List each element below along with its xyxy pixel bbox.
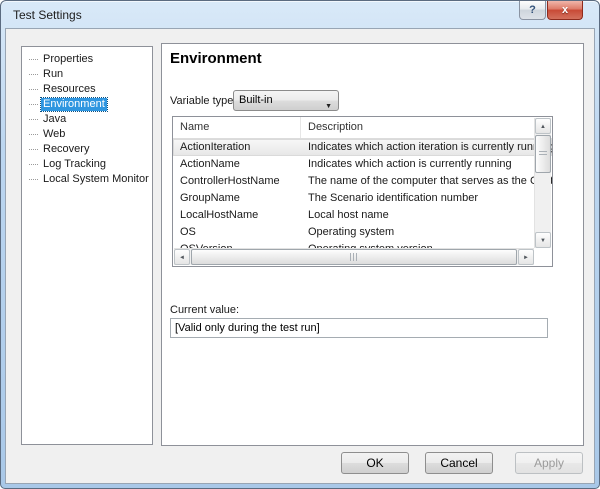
cell-description: Indicates which action is currently runn… xyxy=(301,156,552,173)
table-row[interactable]: LocalHostName Local host name xyxy=(173,207,552,224)
test-settings-dialog: Test Settings ? x Properties Run Resourc… xyxy=(0,0,600,489)
variable-type-value: Built-in xyxy=(239,94,273,106)
current-value-label: Current value: xyxy=(170,304,239,316)
help-icon[interactable]: ? xyxy=(519,1,546,20)
cell-name: ActionName xyxy=(173,156,301,173)
close-icon[interactable]: x xyxy=(547,1,583,20)
window-title: Test Settings xyxy=(13,8,82,22)
scroll-left-icon[interactable]: ◄ xyxy=(174,249,190,265)
tree-item-label[interactable]: Run xyxy=(41,68,65,81)
table-header: Name Description xyxy=(173,117,552,139)
scroll-thumb-grip xyxy=(539,151,547,157)
tree-connector xyxy=(29,119,38,120)
tree-item[interactable]: Environment xyxy=(22,97,152,112)
horizontal-scroll-thumb[interactable] xyxy=(191,249,517,265)
environment-panel: Environment Variable type: Built-in ▼ Na… xyxy=(161,43,584,446)
tree-connector xyxy=(29,149,38,150)
scroll-up-icon[interactable]: ▲ xyxy=(535,118,551,134)
tree-connector xyxy=(29,164,38,165)
cell-name: ActionIteration xyxy=(173,139,301,156)
vertical-scroll-thumb[interactable] xyxy=(535,135,551,173)
cell-description: The Scenario identification number xyxy=(301,190,552,207)
table-row[interactable]: ActionName Indicates which action is cur… xyxy=(173,156,552,173)
settings-tree: Properties Run Resources Environment Jav… xyxy=(21,46,153,445)
current-value-input[interactable] xyxy=(170,318,548,338)
cancel-button[interactable]: Cancel xyxy=(425,452,493,474)
variables-table: Name Description ActionIteration Indicat… xyxy=(172,116,553,267)
tree-item[interactable]: Log Tracking xyxy=(22,157,152,172)
table-row[interactable]: ControllerHostName The name of the compu… xyxy=(173,173,552,190)
tree-item[interactable]: Recovery xyxy=(22,142,152,157)
cell-name: OS xyxy=(173,224,301,241)
tree-item-label[interactable]: Environment xyxy=(41,98,107,111)
tree-item[interactable]: Web xyxy=(22,127,152,142)
scroll-right-icon[interactable]: ► xyxy=(518,249,534,265)
tree-item-label[interactable]: Recovery xyxy=(41,143,91,156)
table-row[interactable]: GroupName The Scenario identification nu… xyxy=(173,190,552,207)
ok-button[interactable]: OK xyxy=(341,452,409,474)
tree-connector xyxy=(29,59,38,60)
tree-item-label[interactable]: Java xyxy=(41,113,68,126)
table-row[interactable]: OS Operating system xyxy=(173,224,552,241)
tree-connector xyxy=(29,104,38,105)
cell-name: GroupName xyxy=(173,190,301,207)
apply-button[interactable]: Apply xyxy=(515,452,583,474)
tree-item-label[interactable]: Web xyxy=(41,128,67,141)
tree-item[interactable]: Resources xyxy=(22,82,152,97)
tree-item-label[interactable]: Log Tracking xyxy=(41,158,108,171)
cell-description: The name of the computer that serves as … xyxy=(301,173,552,190)
column-header-name[interactable]: Name xyxy=(173,117,301,138)
table-rows: ActionIteration Indicates which action i… xyxy=(173,139,552,250)
vertical-scrollbar[interactable]: ▲ ▼ xyxy=(534,118,551,248)
tree-connector xyxy=(29,89,38,90)
chevron-down-icon: ▼ xyxy=(325,97,332,116)
tree-item[interactable]: Run xyxy=(22,67,152,82)
table-row[interactable]: ActionIteration Indicates which action i… xyxy=(173,139,552,156)
cell-description: Operating system xyxy=(301,224,552,241)
tree-item-label[interactable]: Properties xyxy=(41,53,95,66)
column-header-description[interactable]: Description xyxy=(301,117,552,138)
cell-name: ControllerHostName xyxy=(173,173,301,190)
cell-description: Indicates which action iteration is curr… xyxy=(301,139,552,156)
tree-item[interactable]: Java xyxy=(22,112,152,127)
cell-name: LocalHostName xyxy=(173,207,301,224)
tree-item-label[interactable]: Resources xyxy=(41,83,98,96)
tree-item-label[interactable]: Local System Monitor xyxy=(41,173,151,186)
page-title: Environment xyxy=(170,50,262,67)
horizontal-scroll-track[interactable] xyxy=(190,249,518,265)
tree-connector xyxy=(29,74,38,75)
horizontal-scrollbar[interactable]: ◄ ► xyxy=(174,248,534,265)
cell-description: Local host name xyxy=(301,207,552,224)
tree-item[interactable]: Properties xyxy=(22,52,152,67)
tree-item[interactable]: Local System Monitor xyxy=(22,172,152,187)
scroll-down-icon[interactable]: ▼ xyxy=(535,232,551,248)
tree-connector xyxy=(29,134,38,135)
variable-type-dropdown[interactable]: Built-in ▼ xyxy=(233,90,339,111)
variable-type-label: Variable type: xyxy=(170,95,236,107)
tree-connector xyxy=(29,179,38,180)
scroll-thumb-grip xyxy=(350,253,358,261)
